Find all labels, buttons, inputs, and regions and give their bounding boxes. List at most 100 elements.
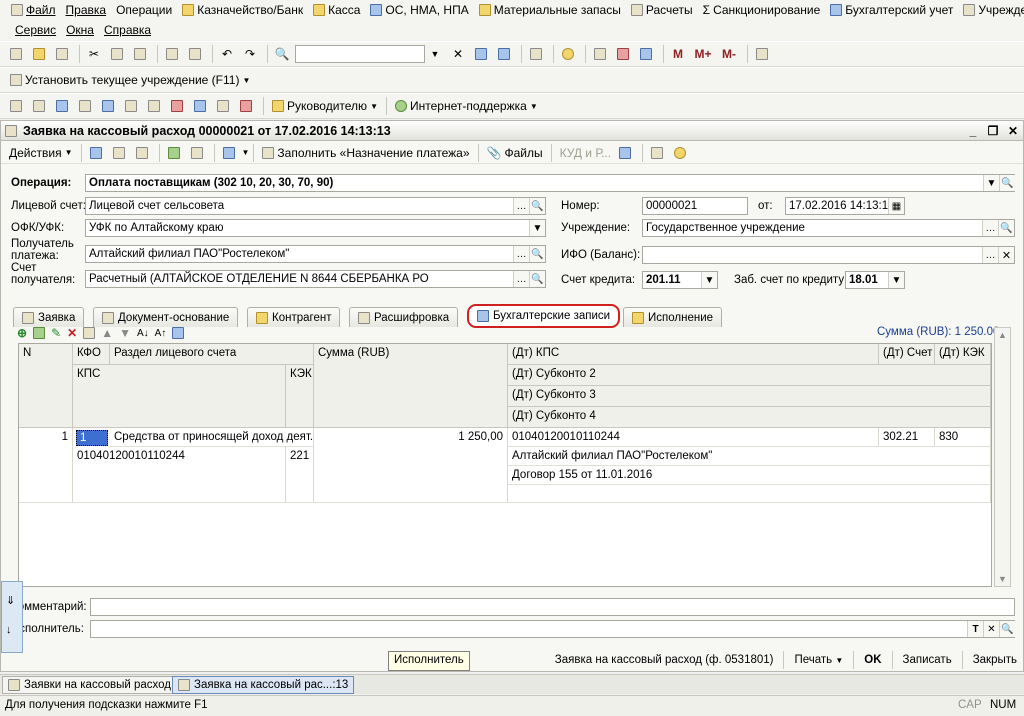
- sort-asc-icon[interactable]: A↓: [137, 328, 149, 339]
- dropdown-icon[interactable]: ▼: [888, 272, 904, 288]
- side-panel-dock[interactable]: ⇓ ↓: [1, 581, 23, 653]
- structure-icon[interactable]: [187, 143, 207, 163]
- menu-fixed-assets[interactable]: ОС, НМА, НПА: [365, 3, 473, 17]
- menu-help[interactable]: Справка: [99, 23, 156, 37]
- operation-field[interactable]: Оплата поставщикам (302 10, 20, 30, 70, …: [85, 174, 1015, 192]
- header-n[interactable]: N: [19, 344, 73, 428]
- menu-accounting[interactable]: Бухгалтерский учет: [825, 3, 958, 17]
- ok-button[interactable]: OK: [858, 654, 887, 666]
- end-edit-icon[interactable]: [83, 327, 96, 339]
- copy-row-icon[interactable]: [33, 327, 46, 339]
- menu-operations[interactable]: Операции: [111, 3, 177, 17]
- manager-button[interactable]: Руководителю ▼: [268, 99, 382, 113]
- doc-icon[interactable]: [121, 96, 141, 116]
- payee-field[interactable]: Алтайский филиал ПАО"Ростелеком": [85, 245, 546, 263]
- tab-execution[interactable]: Исполнение: [623, 307, 723, 327]
- paste-icon[interactable]: [130, 44, 150, 64]
- doc-icon[interactable]: [213, 96, 233, 116]
- cell-subconto-2[interactable]: Алтайский филиал ПАО"Ростелеком": [508, 447, 991, 466]
- dropdown-icon[interactable]: ▼: [425, 44, 445, 64]
- close-button[interactable]: Закрыть: [967, 654, 1023, 666]
- menu-inventory[interactable]: Материальные запасы: [474, 3, 626, 17]
- payee-account-field[interactable]: Расчетный (АЛТАЙСКОЕ ОТДЕЛЕНИЕ N 8644 СБ…: [85, 270, 546, 288]
- menu-edit[interactable]: Правка: [61, 3, 112, 17]
- arrow-down-icon[interactable]: ↓: [6, 624, 12, 636]
- search-icon[interactable]: 🔍: [529, 198, 545, 214]
- header-dt-kps[interactable]: (Дт) КПС: [508, 344, 879, 365]
- comment-field[interactable]: [90, 598, 1015, 616]
- header-subconto-3[interactable]: (Дт) Субконто 3: [508, 386, 991, 407]
- menu-treasury[interactable]: Казначейство/Банк: [177, 3, 308, 17]
- grid-scrollbar[interactable]: ▲ ▼: [994, 327, 1011, 587]
- edit-icon[interactable]: ✎: [51, 326, 61, 340]
- copy-doc-icon[interactable]: [132, 143, 152, 163]
- cell-dt-kps[interactable]: 01040120010110244: [508, 428, 879, 447]
- go-icon[interactable]: [219, 143, 239, 163]
- header-sum[interactable]: Сумма (RUB): [314, 344, 508, 428]
- calculator-icon[interactable]: [590, 44, 610, 64]
- cell-kps[interactable]: 01040120010110244: [73, 447, 286, 503]
- clear-icon[interactable]: ✕: [448, 44, 468, 64]
- dropdown-icon[interactable]: ▼: [701, 272, 717, 288]
- search-icon[interactable]: 🔍: [999, 175, 1015, 191]
- menu-windows[interactable]: Окна: [61, 23, 99, 37]
- clear-icon[interactable]: ✕: [983, 621, 999, 637]
- copy-icon[interactable]: [107, 44, 127, 64]
- select-icon[interactable]: …: [513, 271, 529, 287]
- doc-icon[interactable]: [75, 96, 95, 116]
- tab-breakdown[interactable]: Расшифровка: [349, 307, 459, 327]
- cell-subconto-4[interactable]: [508, 485, 991, 503]
- help-icon[interactable]: [670, 143, 690, 163]
- doc-icon[interactable]: [6, 96, 26, 116]
- find-next-icon[interactable]: [471, 44, 491, 64]
- menu-sanction[interactable]: Σ Санкционирование: [698, 3, 826, 17]
- tools-icon[interactable]: [752, 44, 772, 64]
- cell-dt-account[interactable]: 302.21: [879, 428, 935, 447]
- move-up-icon[interactable]: ▲: [101, 326, 113, 340]
- search-icon[interactable]: 🔍: [529, 271, 545, 287]
- cell-kek[interactable]: 221: [286, 447, 314, 503]
- memory-m-button[interactable]: M: [668, 44, 688, 64]
- task-requests-list[interactable]: Заявки на кассовый расход: [2, 676, 177, 694]
- save-icon[interactable]: [52, 44, 72, 64]
- doc-icon[interactable]: [190, 96, 210, 116]
- executor-field[interactable]: [90, 620, 1015, 638]
- sort-desc-icon[interactable]: A↑: [155, 328, 167, 339]
- cell-section[interactable]: Средства от приносящей доход деят...: [110, 428, 314, 447]
- select-icon[interactable]: …: [982, 220, 998, 236]
- kud-button[interactable]: КУД и Р...: [556, 146, 615, 160]
- institution-field[interactable]: Государственное учреждение: [642, 219, 1015, 237]
- date-field[interactable]: 17.02.2016 14:13:13: [785, 197, 905, 215]
- header-subconto-4[interactable]: (Дт) Субконто 4: [508, 407, 991, 428]
- number-field[interactable]: 00000021: [642, 197, 748, 215]
- cut-icon[interactable]: ✂: [84, 44, 104, 64]
- header-section[interactable]: Раздел лицевого счета: [110, 344, 314, 365]
- undo-icon[interactable]: ↶: [217, 44, 237, 64]
- tab-counterparty[interactable]: Контрагент: [247, 307, 341, 327]
- refresh-icon[interactable]: [109, 143, 129, 163]
- find-prev-icon[interactable]: [494, 44, 514, 64]
- clear-icon[interactable]: ✕: [998, 247, 1014, 263]
- cell-dt-kek[interactable]: 830: [935, 428, 991, 447]
- users-icon[interactable]: [636, 44, 656, 64]
- account-field[interactable]: Лицевой счет сельсовета: [85, 197, 546, 215]
- accounting-entries-icon[interactable]: [615, 143, 635, 163]
- memory-minus-button[interactable]: M-: [718, 44, 740, 64]
- menu-cash[interactable]: Касса: [308, 3, 365, 17]
- preview-icon[interactable]: [185, 44, 205, 64]
- search-icon[interactable]: 🔍: [272, 44, 292, 64]
- doc-icon[interactable]: [167, 96, 187, 116]
- new-icon[interactable]: [6, 44, 26, 64]
- pin-icon[interactable]: ⇓: [6, 594, 15, 607]
- ofk-field[interactable]: УФК по Алтайскому краю: [85, 219, 546, 237]
- scroll-down-icon[interactable]: ▼: [998, 574, 1007, 584]
- columns-icon[interactable]: [172, 327, 185, 339]
- header-kek[interactable]: КЭК: [286, 365, 314, 428]
- internet-support-button[interactable]: Интернет-поддержка ▼: [391, 99, 542, 113]
- doc-icon[interactable]: [29, 96, 49, 116]
- actions-menu[interactable]: Действия ▼: [5, 146, 77, 160]
- restore-icon[interactable]: ❐: [985, 123, 1001, 139]
- search-icon[interactable]: 🔍: [529, 246, 545, 262]
- cell-sum[interactable]: 1 250,00: [314, 428, 508, 503]
- cell-subconto-3[interactable]: Договор 155 от 11.01.2016: [508, 466, 991, 485]
